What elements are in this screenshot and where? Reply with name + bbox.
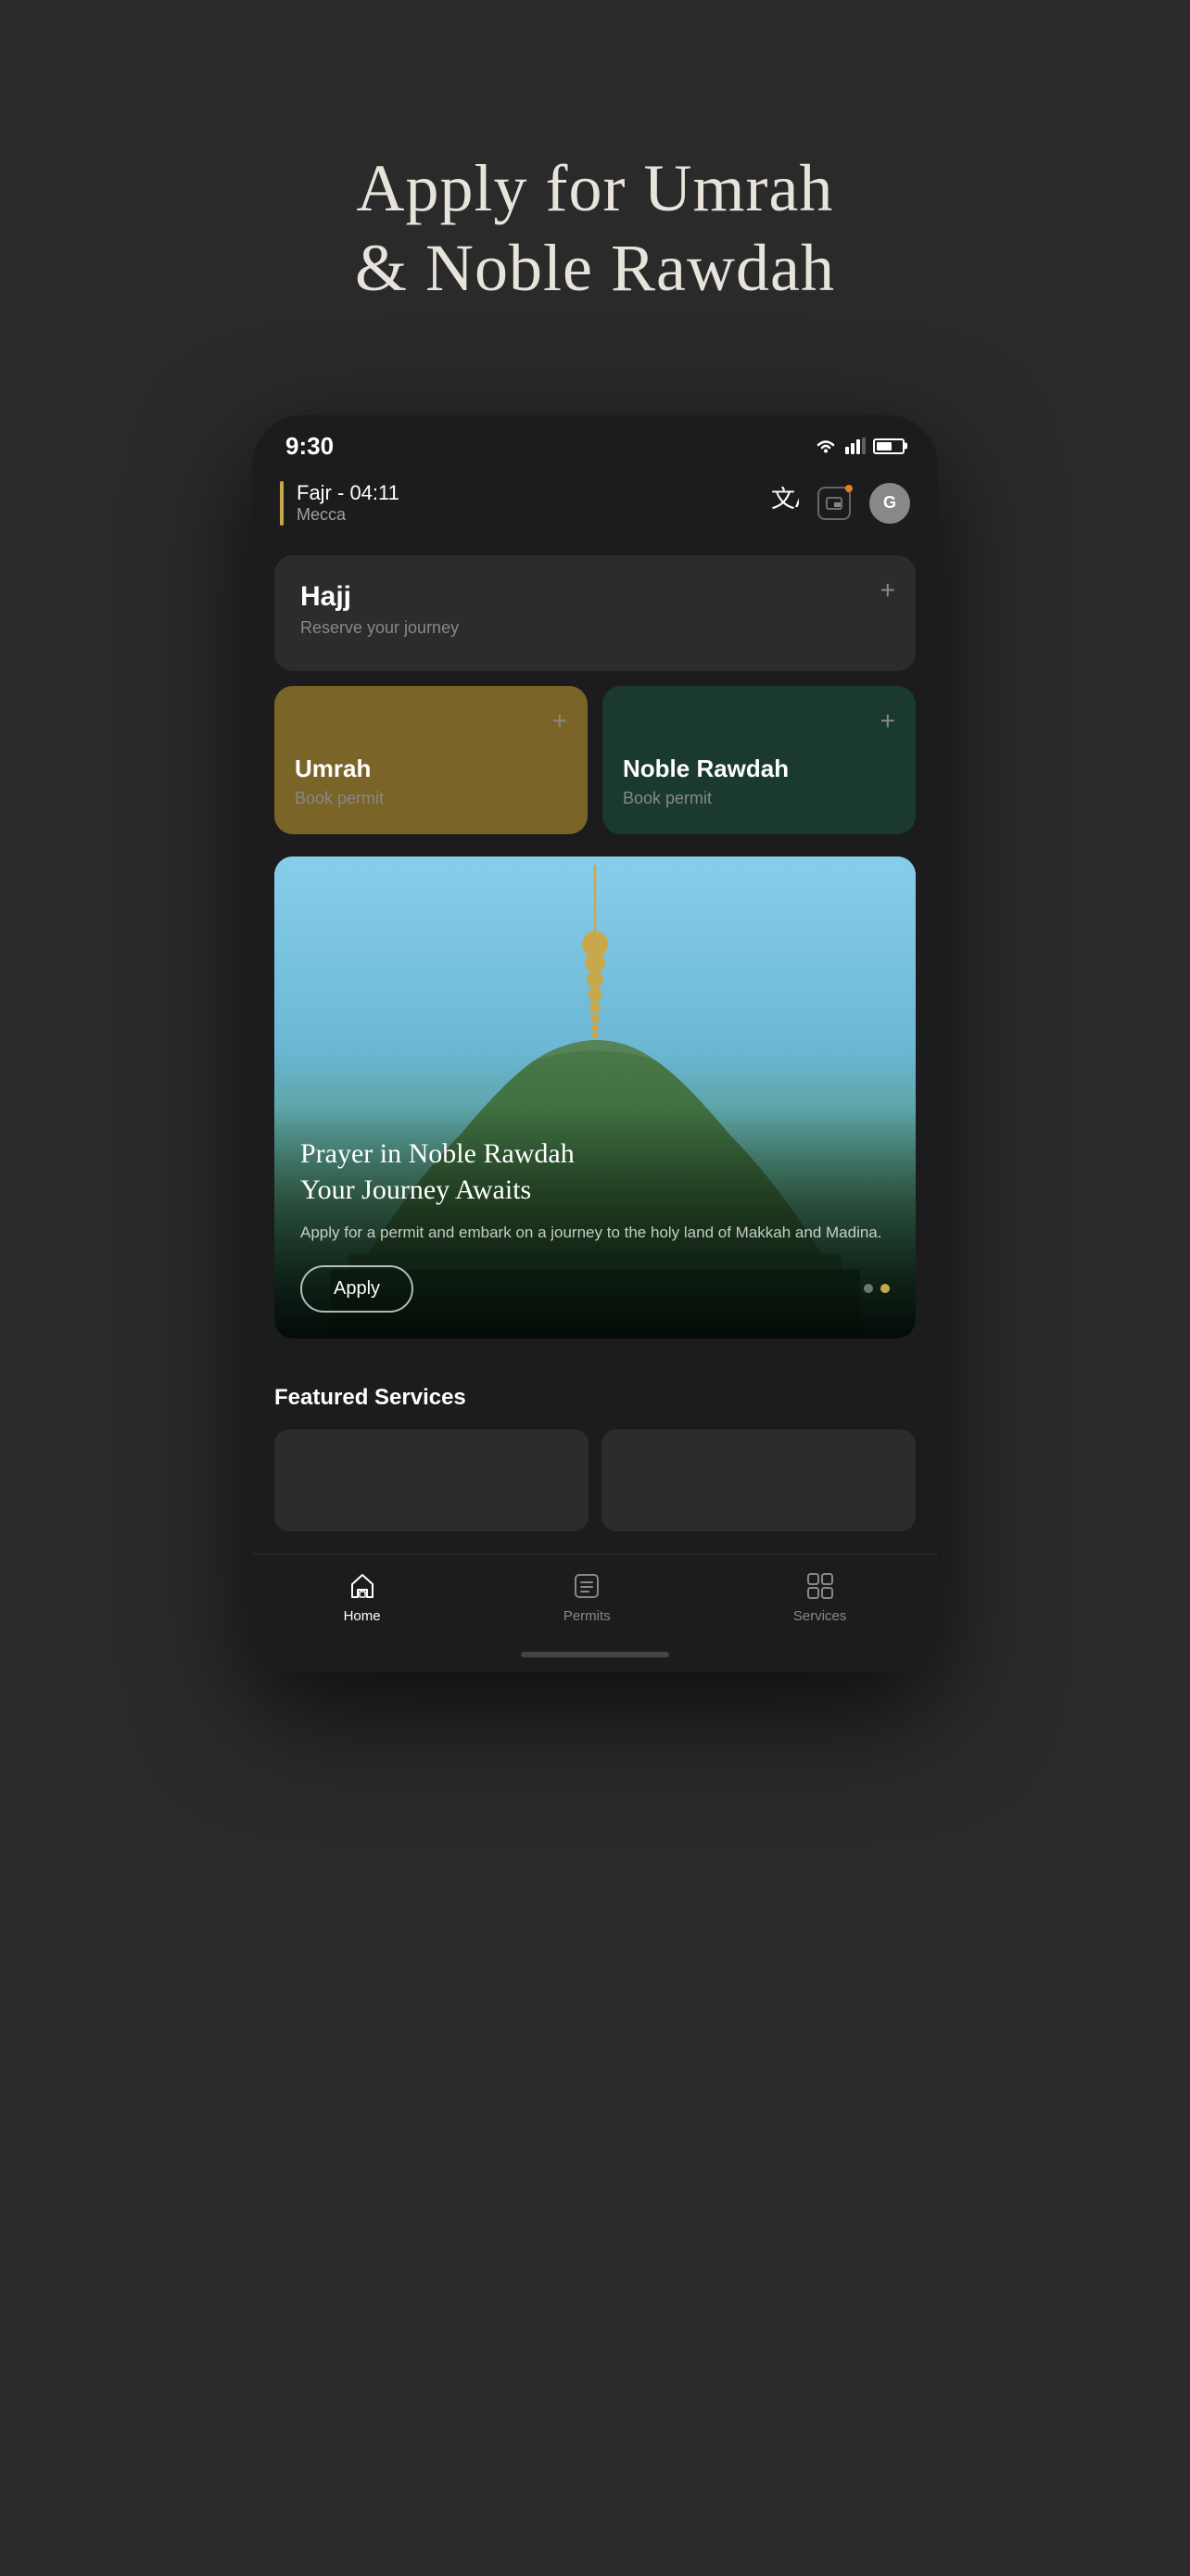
featured-section: Featured Services	[252, 1385, 938, 1554]
battery-icon	[873, 438, 905, 454]
dot-1	[864, 1284, 873, 1293]
nav-permits[interactable]: Permits	[563, 1569, 611, 1624]
noble-plus-button[interactable]: +	[880, 706, 895, 736]
noble-card-inner: Noble Rawdah Book permit	[623, 706, 895, 808]
status-bar: 9:30	[252, 415, 938, 470]
prayer-text: Fajr - 04:11 Mecca	[297, 481, 399, 525]
hajj-title: Hajj	[300, 581, 890, 613]
prayer-location: Mecca	[297, 505, 399, 525]
featured-title: Featured Services	[274, 1385, 916, 1411]
hero-section: Apply for Umrah & Noble Rawdah	[355, 74, 835, 364]
banner-footer: Apply	[300, 1265, 890, 1313]
bottom-navigation: Home Permits	[252, 1554, 938, 1643]
wifi-icon	[814, 437, 838, 455]
prayer-accent-bar	[280, 481, 284, 526]
noble-rawdah-card[interactable]: + Noble Rawdah Book permit	[602, 686, 916, 834]
umrah-title: Umrah	[295, 755, 567, 783]
umrah-card-inner: Umrah Book permit	[295, 706, 567, 808]
permits-icon	[570, 1569, 603, 1603]
nav-permits-label: Permits	[563, 1608, 611, 1624]
featured-cards	[274, 1429, 916, 1531]
pip-button[interactable]	[817, 487, 851, 520]
phone-frame: 9:30 Fajr	[252, 415, 938, 1672]
services-icon	[804, 1569, 837, 1603]
featured-card-2[interactable]	[601, 1429, 916, 1531]
prayer-info: Fajr - 04:11 Mecca	[280, 481, 399, 526]
status-time: 9:30	[285, 432, 334, 461]
banner-title: Prayer in Noble RawdahYour Journey Await…	[300, 1136, 890, 1208]
nav-home-label: Home	[344, 1608, 381, 1624]
apply-button[interactable]: Apply	[300, 1265, 413, 1313]
umrah-subtitle: Book permit	[295, 789, 567, 808]
nav-services-label: Services	[793, 1608, 847, 1624]
nav-services[interactable]: Services	[793, 1569, 847, 1624]
dot-2	[880, 1284, 890, 1293]
banner-overlay: Prayer in Noble RawdahYour Journey Await…	[274, 1108, 916, 1339]
home-bar	[521, 1652, 669, 1657]
hero-title: Apply for Umrah & Noble Rawdah	[355, 148, 835, 309]
banner-description: Apply for a permit and embark on a journ…	[300, 1221, 890, 1245]
small-cards-row: + Umrah Book permit + Noble Rawdah Book …	[274, 686, 916, 834]
prayer-actions: 文A G	[771, 483, 910, 524]
prayer-bar: Fajr - 04:11 Mecca 文A G	[252, 470, 938, 537]
home-icon	[346, 1569, 379, 1603]
pip-notification-dot	[845, 485, 853, 492]
nav-home[interactable]: Home	[344, 1569, 381, 1624]
avatar-button[interactable]: G	[869, 483, 910, 524]
main-content: + Hajj Reserve your journey + Umrah Book…	[252, 537, 938, 1385]
noble-title: Noble Rawdah	[623, 755, 895, 783]
banner-card: Prayer in Noble RawdahYour Journey Await…	[274, 857, 916, 1339]
hajj-subtitle: Reserve your journey	[300, 618, 890, 638]
signal-icon	[845, 438, 866, 454]
hajj-card[interactable]: + Hajj Reserve your journey	[274, 555, 916, 671]
featured-card-1[interactable]	[274, 1429, 589, 1531]
prayer-name: Fajr - 04:11	[297, 481, 399, 505]
hajj-plus-button[interactable]: +	[880, 576, 895, 605]
umrah-card[interactable]: + Umrah Book permit	[274, 686, 588, 834]
home-indicator	[252, 1643, 938, 1672]
noble-subtitle: Book permit	[623, 789, 895, 808]
translate-icon[interactable]: 文A	[771, 487, 799, 519]
svg-text:文A: 文A	[771, 487, 799, 513]
carousel-dots	[864, 1284, 890, 1293]
status-icons	[814, 437, 905, 455]
umrah-plus-button[interactable]: +	[552, 706, 567, 736]
